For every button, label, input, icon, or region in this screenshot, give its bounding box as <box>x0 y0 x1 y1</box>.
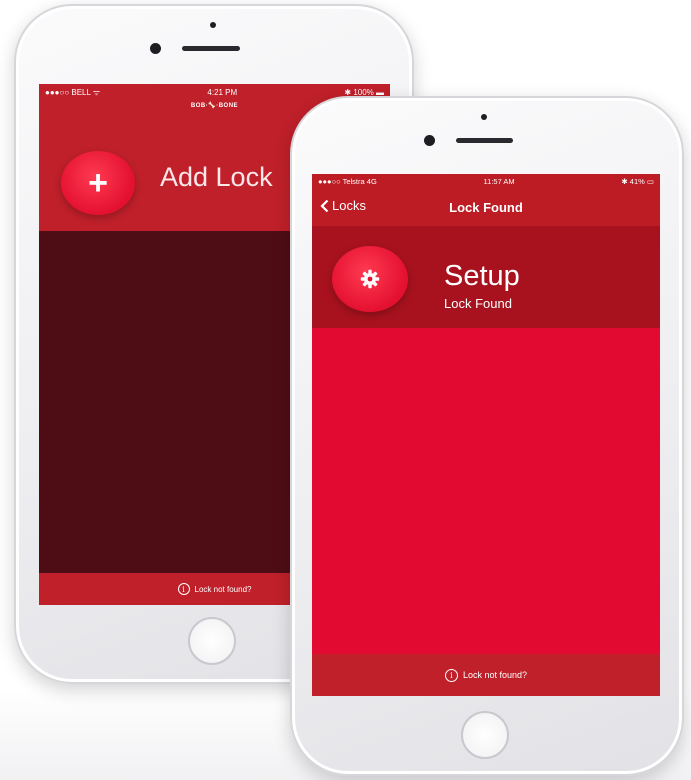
status-bar: ●●●○○ Telstra 4G 11:57 AM ✱ 41% ▭ <box>312 174 660 188</box>
front-camera <box>150 43 161 54</box>
lock-not-found-text: Lock not found? <box>462 670 528 680</box>
lock-not-found-text: Lock not found? <box>194 584 252 594</box>
status-time: 4:21 PM <box>207 87 238 97</box>
plus-icon: + <box>88 163 108 202</box>
earpiece-speaker <box>456 138 513 143</box>
info-icon: i <box>177 583 190 595</box>
battery-status: ✱ 41% ▭ <box>621 176 654 186</box>
setup-button[interactable] <box>332 246 408 312</box>
lock-not-found-link[interactable]: i Lock not found? <box>312 654 660 696</box>
proximity-sensor <box>481 114 487 120</box>
status-time: 11:57 AM <box>483 176 515 186</box>
info-icon: i <box>444 668 458 682</box>
setup-subtitle: Lock Found <box>444 296 512 311</box>
front-phone-screen: ●●●○○ Telstra 4G 11:57 AM ✱ 41% ▭ Locks … <box>312 174 660 696</box>
front-camera <box>424 135 435 146</box>
proximity-sensor <box>210 22 216 28</box>
carrier-signal: ●●●○○ BELL ᯤ <box>45 87 101 97</box>
setup-title: Setup <box>444 260 520 292</box>
page-title: Lock Found <box>449 200 523 215</box>
home-button[interactable] <box>461 711 509 759</box>
gear-icon <box>360 269 380 289</box>
front-phone: ●●●○○ Telstra 4G 11:57 AM ✱ 41% ▭ Locks … <box>290 96 684 776</box>
carrier-signal: ●●●○○ Telstra 4G <box>318 176 377 186</box>
navigation-bar: ●●●○○ Telstra 4G 11:57 AM ✱ 41% ▭ Locks … <box>312 174 660 226</box>
home-button[interactable] <box>188 617 236 665</box>
add-lock-button[interactable]: + <box>61 151 135 215</box>
earpiece-speaker <box>182 46 240 51</box>
add-lock-label: Add Lock <box>160 162 273 192</box>
setup-header: Setup Lock Found <box>312 226 660 328</box>
